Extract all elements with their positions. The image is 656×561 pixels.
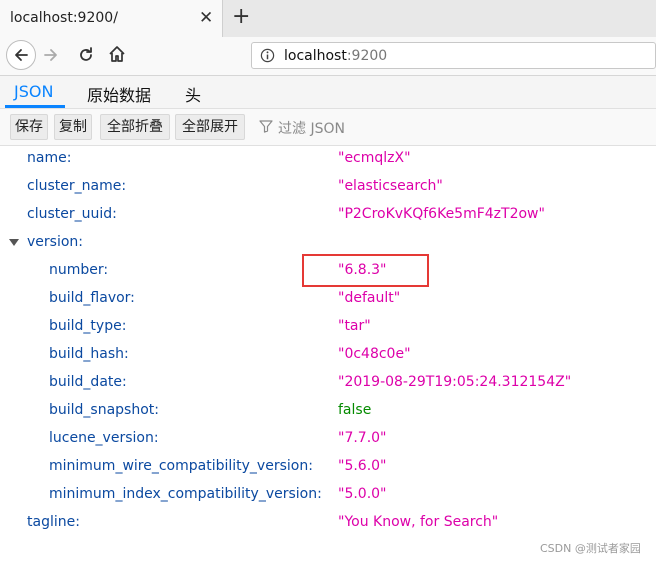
json-value: "elasticsearch" [338, 178, 443, 194]
navigation-bar: localhost:9200 [0, 37, 656, 76]
reload-icon[interactable] [77, 46, 95, 64]
save-button[interactable]: 保存 [10, 114, 48, 140]
json-row-min-index-compat[interactable]: minimum_index_compatibility_version: "5.… [0, 481, 656, 509]
json-row-build-flavor[interactable]: build_flavor: "default" [0, 285, 656, 313]
browser-tab-strip: localhost:9200/ ✕ + [0, 0, 656, 38]
close-tab-icon[interactable]: ✕ [199, 8, 213, 28]
json-value: "tar" [338, 318, 371, 334]
json-key: cluster_uuid: [27, 206, 117, 222]
json-row-cluster-name[interactable]: cluster_name: "elasticsearch" [0, 173, 656, 201]
json-row-min-wire-compat[interactable]: minimum_wire_compatibility_version: "5.6… [0, 453, 656, 481]
browser-tab[interactable]: localhost:9200/ ✕ [0, 0, 223, 37]
json-viewer-tabs: JSON 原始数据 头 [0, 76, 656, 109]
json-row-build-snapshot[interactable]: build_snapshot: false [0, 397, 656, 425]
filter-json-input[interactable]: 过滤 JSON [278, 118, 345, 138]
watermark: CSDN @测试者家园 [540, 542, 641, 555]
expand-all-button[interactable]: 全部展开 [175, 114, 245, 140]
json-row-tagline[interactable]: tagline: "You Know, for Search" [0, 509, 656, 537]
filter-icon [259, 120, 273, 133]
url-bar[interactable]: localhost:9200 [251, 42, 656, 69]
json-key: minimum_index_compatibility_version: [49, 486, 322, 502]
json-row-build-hash[interactable]: build_hash: "0c48c0e" [0, 341, 656, 369]
json-row-cluster-uuid[interactable]: cluster_uuid: "P2CroKvKQf6Ke5mF4zT2ow" [0, 201, 656, 229]
json-row-name[interactable]: name: "ecmqlzX" [0, 145, 656, 173]
json-toolbar: 保存 复制 全部折叠 全部展开 过滤 JSON [0, 109, 656, 146]
json-value: "P2CroKvKQf6Ke5mF4zT2ow" [338, 206, 545, 222]
json-key: build_hash: [49, 346, 129, 362]
json-key: build_type: [49, 318, 127, 334]
active-tab-indicator [5, 105, 65, 108]
tab-headers[interactable]: 头 [185, 82, 201, 106]
json-value: "default" [338, 290, 401, 306]
json-key: lucene_version: [49, 430, 159, 446]
site-info-icon[interactable] [260, 48, 275, 63]
json-row-version[interactable]: version: [0, 229, 656, 257]
json-value: "You Know, for Search" [338, 514, 499, 530]
url-text: localhost:9200 [284, 48, 387, 64]
json-key: build_date: [49, 374, 127, 390]
json-value: "5.0.0" [338, 486, 387, 502]
json-row-lucene-version[interactable]: lucene_version: "7.7.0" [0, 425, 656, 453]
json-value: "2019-08-29T19:05:24.312154Z" [338, 374, 572, 390]
json-value: "0c48c0e" [338, 346, 411, 362]
copy-button[interactable]: 复制 [54, 114, 92, 140]
json-key: tagline: [27, 514, 80, 530]
back-arrow-icon [15, 49, 28, 61]
json-key: name: [27, 150, 72, 166]
json-key: minimum_wire_compatibility_version: [49, 458, 313, 474]
json-key: build_snapshot: [49, 402, 159, 418]
collapse-all-button[interactable]: 全部折叠 [100, 114, 170, 140]
json-row-build-type[interactable]: build_type: "tar" [0, 313, 656, 341]
json-value: "5.6.0" [338, 458, 387, 474]
tab-raw-data[interactable]: 原始数据 [87, 82, 151, 106]
json-value: "ecmqlzX" [338, 150, 411, 166]
json-key: number: [49, 262, 109, 278]
home-icon[interactable] [108, 45, 126, 63]
json-value: false [338, 402, 372, 418]
json-key: build_flavor: [49, 290, 135, 306]
tab-json[interactable]: JSON [14, 82, 53, 101]
json-key: cluster_name: [27, 178, 127, 194]
expand-toggle-icon[interactable] [9, 239, 19, 246]
url-host: localhost [284, 48, 347, 64]
json-row-build-date[interactable]: build_date: "2019-08-29T19:05:24.312154Z… [0, 369, 656, 397]
highlight-box [302, 254, 429, 287]
json-key: version: [27, 234, 83, 250]
json-value: "7.7.0" [338, 430, 387, 446]
url-port: :9200 [346, 48, 388, 64]
tab-title: localhost:9200/ [10, 10, 118, 26]
new-tab-icon[interactable]: + [232, 4, 250, 29]
forward-arrow-icon[interactable] [43, 47, 59, 63]
back-button[interactable] [6, 40, 36, 70]
